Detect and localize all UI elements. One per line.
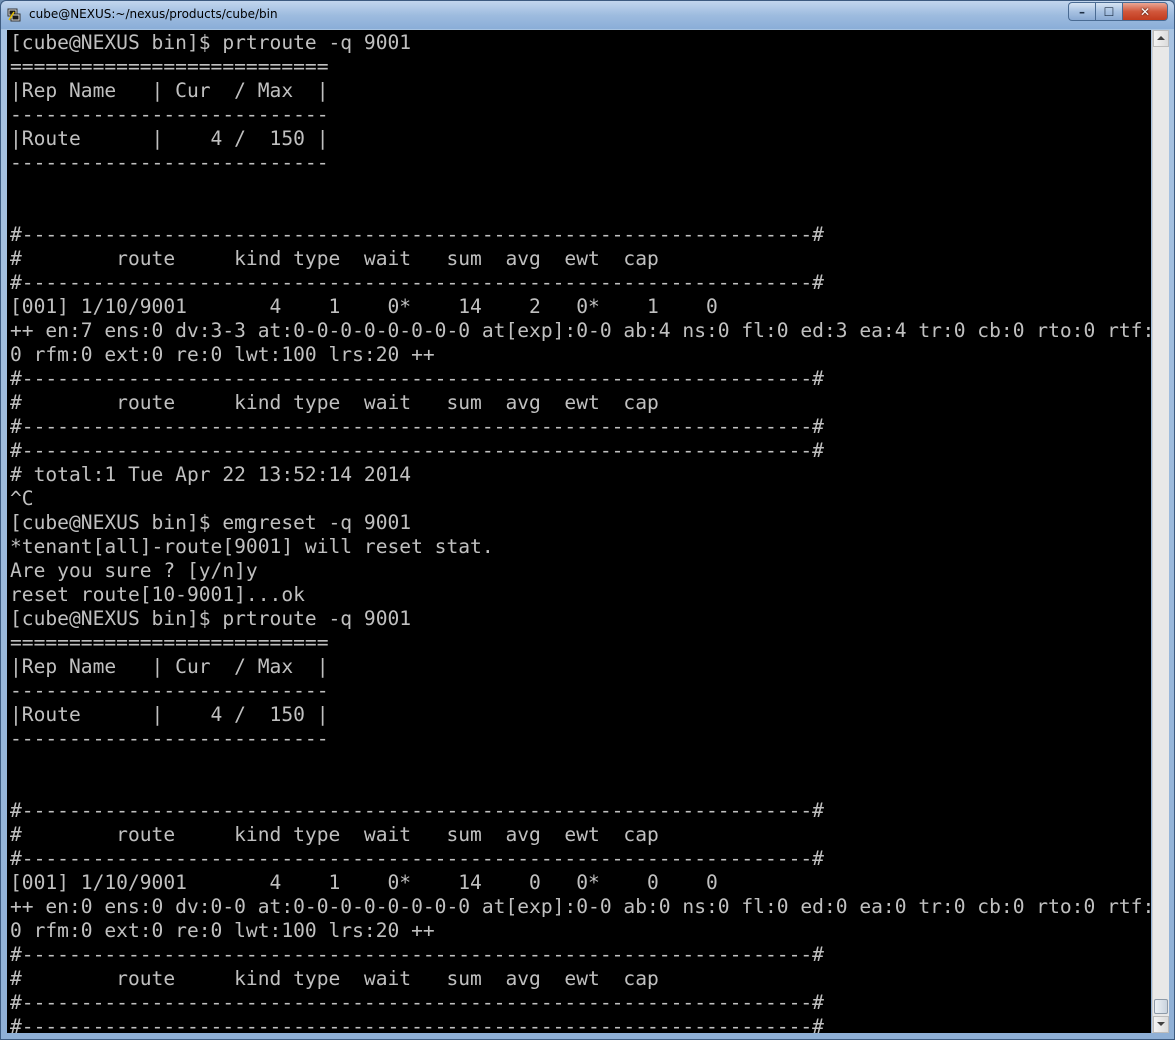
terminal-line: #---------------------------------------… xyxy=(10,439,824,462)
terminal-line: # route kind type wait sum avg ewt cap xyxy=(10,823,659,846)
terminal-window: cube@NEXUS:~/nexus/products/cube/bin – ☐… xyxy=(0,0,1175,1040)
terminal-line: #---------------------------------------… xyxy=(10,1015,824,1033)
vertical-scrollbar[interactable] xyxy=(1152,30,1169,1033)
terminal-screen[interactable]: [cube@NEXUS bin]$ prtroute -q 9001 ======… xyxy=(7,30,1151,1033)
terminal-line: #---------------------------------------… xyxy=(10,943,824,966)
scroll-up-button[interactable] xyxy=(1153,30,1169,47)
scroll-down-button[interactable] xyxy=(1153,1016,1169,1033)
terminal-line: # total:1 Tue Apr 22 13:52:14 2014 xyxy=(10,463,412,486)
terminal-line: #---------------------------------------… xyxy=(10,415,824,438)
terminal-line: *tenant[all]-route[9001] will reset stat… xyxy=(10,535,494,558)
terminal-line: #---------------------------------------… xyxy=(10,991,824,1014)
maximize-button[interactable]: ☐ xyxy=(1095,2,1122,21)
terminal-line: [cube@NEXUS bin]$ prtroute -q 9001 xyxy=(10,31,412,54)
terminal-line: |Route | 4 / 150 | xyxy=(10,703,329,726)
terminal-line: #---------------------------------------… xyxy=(10,799,824,822)
scroll-down-arrow-icon xyxy=(1157,1022,1165,1026)
terminal-line: #---------------------------------------… xyxy=(10,223,824,246)
terminal-line: ^C xyxy=(10,487,34,510)
terminal-line: [001] 1/10/9001 4 1 0* 14 2 0* 1 0 xyxy=(10,295,718,318)
terminal-line: =========================== xyxy=(10,55,329,78)
window-title: cube@NEXUS:~/nexus/products/cube/bin xyxy=(29,7,278,21)
terminal-line: 0 rfm:0 ext:0 re:0 lwt:100 lrs:20 ++ xyxy=(10,343,435,366)
terminal-line: # route kind type wait sum avg ewt cap xyxy=(10,247,659,270)
scroll-thumb[interactable] xyxy=(1154,999,1168,1014)
terminal-line: --------------------------- xyxy=(10,679,329,702)
terminal-line: 0 rfm:0 ext:0 re:0 lwt:100 lrs:20 ++ xyxy=(10,919,435,942)
terminal-line: |Rep Name | Cur / Max | xyxy=(10,655,329,678)
terminal-line: # route kind type wait sum avg ewt cap xyxy=(10,391,659,414)
terminal-line: [001] 1/10/9001 4 1 0* 14 0 0* 0 0 xyxy=(10,871,718,894)
minimize-icon: – xyxy=(1079,4,1085,19)
maximize-icon: ☐ xyxy=(1103,4,1115,19)
title-bar[interactable]: cube@NEXUS:~/nexus/products/cube/bin – ☐… xyxy=(1,1,1174,29)
terminal-line: [cube@NEXUS bin]$ emgreset -q 9001 xyxy=(10,511,412,534)
putty-icon[interactable] xyxy=(7,7,21,22)
terminal-line: # route kind type wait sum avg ewt cap xyxy=(10,967,659,990)
terminal-line: |Rep Name | Cur / Max | xyxy=(10,79,329,102)
terminal-line: ++ en:7 ens:0 dv:3-3 at:0-0-0-0-0-0-0-0 … xyxy=(10,319,1151,342)
terminal-line: reset route[10-9001]...ok xyxy=(10,583,305,606)
terminal-line: [cube@NEXUS bin]$ prtroute -q 9001 xyxy=(10,607,412,630)
terminal-line: #---------------------------------------… xyxy=(10,367,824,390)
minimize-button[interactable]: – xyxy=(1068,2,1095,21)
terminal-line: =========================== xyxy=(10,631,329,654)
terminal-line: #---------------------------------------… xyxy=(10,271,824,294)
terminal-line: Are you sure ? [y/n]y xyxy=(10,559,258,582)
terminal-line: --------------------------- xyxy=(10,151,329,174)
caption-buttons: – ☐ ✕ xyxy=(1068,2,1168,22)
close-icon: ✕ xyxy=(1139,4,1151,19)
close-button[interactable]: ✕ xyxy=(1122,2,1168,21)
scroll-up-arrow-icon xyxy=(1157,36,1165,40)
terminal-line: #---------------------------------------… xyxy=(10,847,824,870)
terminal-output: [cube@NEXUS bin]$ prtroute -q 9001 ======… xyxy=(10,31,1151,1033)
terminal-line: |Route | 4 / 150 | xyxy=(10,127,329,150)
terminal-line: ++ en:0 ens:0 dv:0-0 at:0-0-0-0-0-0-0-0 … xyxy=(10,895,1151,918)
terminal-line: --------------------------- xyxy=(10,103,329,126)
terminal-line: --------------------------- xyxy=(10,727,329,750)
